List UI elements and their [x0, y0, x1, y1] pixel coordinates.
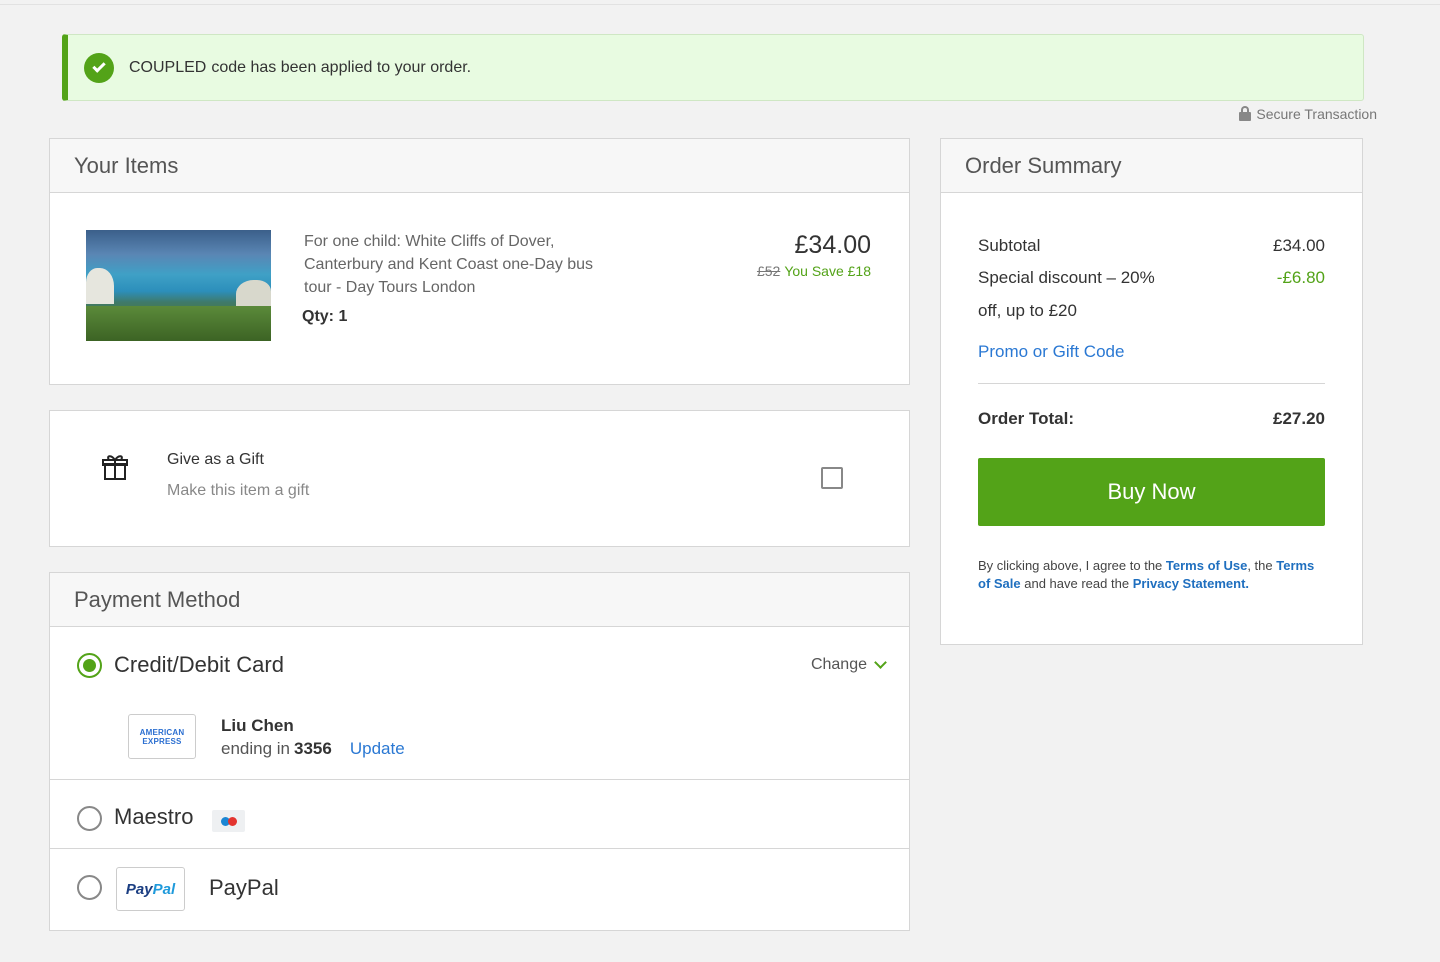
- card-last4: 3356: [294, 739, 332, 758]
- credit-card-option[interactable]: Credit/Debit Card Change AMERICAN EXPRES…: [50, 628, 909, 779]
- lock-icon: [1239, 106, 1252, 122]
- terms-of-use-link[interactable]: Terms of Use: [1166, 558, 1247, 573]
- cardholder-name: Liu Chen: [221, 716, 294, 735]
- payment-method-heading: Payment Method: [50, 573, 909, 627]
- order-total-label: Order Total:: [978, 409, 1075, 428]
- discount-row: Special discount – 20% off, up to £20 -£…: [978, 261, 1325, 327]
- legal-text-4: .: [1245, 576, 1250, 591]
- gift-checkbox[interactable]: [821, 467, 843, 489]
- paypal-logo-pay: Pay: [125, 880, 153, 898]
- order-total-row: Order Total: £27.20: [978, 409, 1325, 429]
- update-card-link[interactable]: Update: [350, 739, 405, 758]
- your-items-panel: Your Items For one child: White Cliffs o…: [49, 138, 910, 385]
- coupon-applied-alert: COUPLED code has been applied to your or…: [62, 34, 1364, 101]
- order-total-value: £27.20: [1273, 409, 1325, 428]
- tour-thumbnail-image[interactable]: [86, 230, 271, 341]
- subtotal-label: Subtotal: [978, 236, 1041, 255]
- change-payment-button[interactable]: Change: [811, 656, 887, 674]
- maestro-label[interactable]: Maestro: [114, 804, 193, 830]
- you-save-amount: You Save £18: [784, 263, 871, 279]
- alert-message: code has been applied to your order.: [211, 58, 472, 76]
- legal-text-2: , the: [1247, 558, 1273, 573]
- credit-card-label[interactable]: Credit/Debit Card: [114, 652, 284, 678]
- buy-now-button[interactable]: Buy Now: [978, 458, 1325, 526]
- top-divider: [0, 4, 1440, 5]
- summary-divider: [978, 383, 1325, 384]
- paypal-label[interactable]: PayPal: [209, 875, 279, 901]
- credit-card-radio[interactable]: [77, 653, 102, 678]
- paypal-logo-pal: Pal: [152, 880, 176, 898]
- maestro-option[interactable]: Maestro: [50, 779, 909, 848]
- change-label[interactable]: Change: [811, 656, 867, 674]
- discount-value: -£6.80: [1276, 268, 1325, 287]
- ending-in-label: ending in: [221, 739, 291, 758]
- maestro-radio[interactable]: [77, 806, 102, 831]
- paypal-logo-icon: Pay Pal: [116, 867, 185, 911]
- order-summary-panel: Order Summary Subtotal £34.00 Special di…: [940, 138, 1363, 645]
- amex-logo-line2: EXPRESS: [142, 736, 182, 746]
- item-quantity: Qty: 1: [302, 308, 348, 325]
- legal-notice: By clicking above, I agree to the Terms …: [978, 557, 1328, 593]
- legal-text-1: By clicking above, I agree to the: [978, 558, 1163, 573]
- gift-panel: Give as a Gift Make this item a gift: [49, 410, 910, 547]
- gift-icon: [102, 455, 128, 480]
- maestro-logo-icon: [212, 810, 245, 832]
- order-summary-heading: Order Summary: [941, 139, 1362, 193]
- amex-logo-line1: AMERICAN: [139, 727, 185, 737]
- card-ending: ending in 3356 Update: [221, 739, 405, 759]
- original-price: £52: [756, 263, 781, 279]
- gift-subtitle: Make this item a gift: [167, 482, 310, 499]
- privacy-statement-link[interactable]: Privacy Statement: [1133, 576, 1246, 591]
- check-circle-icon: [84, 52, 114, 83]
- subtotal-value: £34.00: [1273, 236, 1325, 255]
- paypal-radio[interactable]: [77, 875, 102, 900]
- payment-method-panel: Payment Method Credit/Debit Card Change …: [49, 572, 910, 931]
- subtotal-row: Subtotal £34.00: [978, 236, 1325, 256]
- secure-transaction-label: Secure Transaction: [1256, 106, 1377, 122]
- gift-title: Give as a Gift: [167, 451, 264, 468]
- your-items-heading: Your Items: [50, 139, 909, 193]
- chevron-down-icon[interactable]: [874, 656, 887, 669]
- amex-card-icon: AMERICAN EXPRESS: [128, 714, 196, 759]
- promo-gift-code-link[interactable]: Promo or Gift Code: [978, 342, 1124, 362]
- item-price: £34.00: [794, 231, 871, 259]
- item-description[interactable]: For one child: White Cliffs of Dover, Ca…: [304, 230, 604, 299]
- item-savings: £52 You Save £18: [757, 263, 871, 279]
- coupon-code: COUPLED: [129, 58, 207, 76]
- paypal-option[interactable]: Pay Pal PayPal: [50, 848, 909, 930]
- discount-label-line2: off, up to £20: [978, 301, 1077, 320]
- legal-text-3: and have read the: [1024, 576, 1130, 591]
- secure-transaction: Secure Transaction: [1239, 106, 1377, 122]
- discount-label-line1: Special discount – 20%: [978, 268, 1155, 287]
